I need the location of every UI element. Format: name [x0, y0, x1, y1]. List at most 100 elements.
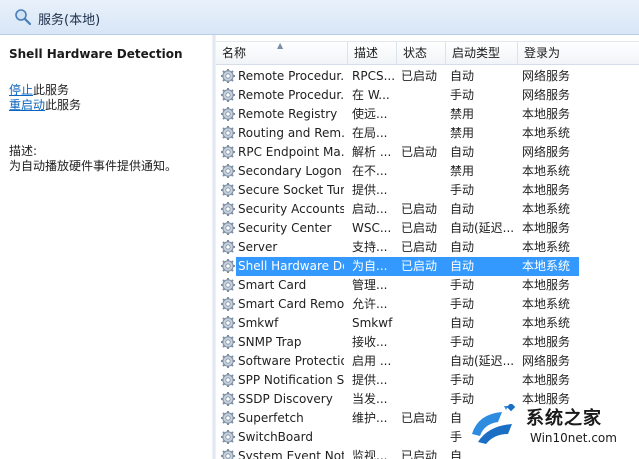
service-gear-icon	[220, 201, 236, 217]
cell-name: Secure Socket Tun...	[238, 183, 344, 197]
cell-status	[401, 295, 445, 314]
cell-startup-type: 禁用	[450, 164, 475, 178]
restart-link[interactable]: 重启动	[9, 98, 45, 112]
cell-description: 允许...	[352, 297, 388, 311]
cell-logon-as: 本地系统	[522, 202, 571, 216]
cell-status	[401, 428, 445, 447]
cell-startup-type: 手动	[450, 297, 475, 311]
cell-description: 启动...	[352, 202, 388, 216]
cell-status	[401, 276, 445, 295]
table-row[interactable]: Server 支持... 已启动 自动 本地系统	[216, 238, 639, 257]
cell-name: SPP Notification S...	[238, 373, 344, 387]
table-row[interactable]: Smart Card Remo... 允许... 手动 本地系统	[216, 295, 639, 314]
cell-status	[401, 162, 445, 181]
cell-logon-as: 网络服务	[522, 88, 571, 102]
cell-description: 接收...	[352, 335, 388, 349]
cell-name: System Event Noti...	[238, 449, 344, 459]
restart-service-action: 重启动此服务	[9, 96, 81, 113]
cell-status: 已启动	[401, 202, 438, 216]
table-row[interactable]: Security Accounts... 启动... 已启动自动 本地系统	[216, 200, 639, 219]
table-row[interactable]: SNMP Trap 接收... 手动 本地服务	[216, 333, 639, 352]
table-row[interactable]: Remote Procedur... RPCS... 已启动 自动 网络服务	[216, 67, 639, 86]
cell-startup-type: 手动	[450, 373, 475, 387]
restart-suffix: 此服务	[45, 98, 82, 112]
cell-startup-type: 自动	[450, 259, 475, 273]
cell-description: 使远...	[352, 107, 388, 121]
table-row[interactable]: Remote Procedur... 在 W... 手动 网络服务	[216, 86, 639, 105]
table-row[interactable]: Secure Socket Tun... 提供... 手动 本地服务	[216, 181, 639, 200]
cell-description: RPCS...	[352, 69, 396, 83]
watermark-title: 系统之家	[526, 408, 602, 429]
search-icon	[15, 9, 32, 26]
cell-name: RPC Endpoint Ma...	[238, 145, 344, 159]
cell-description: 支持...	[352, 240, 388, 254]
table-row[interactable]: Routing and Rem... 在局... 禁用 本地系统	[216, 124, 639, 143]
column-header-logon-as[interactable]: 登录为	[518, 42, 639, 64]
service-gear-icon	[220, 410, 236, 426]
cell-name: SSDP Discovery	[238, 392, 333, 406]
table-row[interactable]: RPC Endpoint Ma... 解析 ... 已启动 自动 网络服务	[216, 143, 639, 162]
cell-description: 提供...	[352, 183, 388, 197]
table-row[interactable]: Software Protection 启用 ... 自动(延迟... 网络服务	[216, 352, 639, 371]
cell-name: Superfetch	[238, 411, 304, 425]
cell-status: 已启动	[401, 221, 438, 235]
table-row[interactable]: Secondary Logon 在不... 禁用 本地系统	[216, 162, 639, 181]
cell-description: WSC...	[352, 221, 392, 235]
cell-startup-type: 手动	[450, 88, 475, 102]
cell-name: Smart Card	[238, 278, 307, 292]
cell-logon-as: 本地系统	[522, 164, 571, 178]
service-gear-icon	[220, 239, 236, 255]
cell-startup-type: 自动	[450, 202, 475, 216]
cell-name: Remote Registry	[238, 107, 338, 121]
service-gear-icon	[220, 372, 236, 388]
service-gear-icon	[220, 315, 236, 331]
description-text: 为自动播放硬件事件提供通知。	[9, 159, 178, 173]
cell-startup-type: 自动(延迟...	[450, 221, 515, 235]
cell-logon-as: 网络服务	[522, 145, 571, 159]
service-name-heading: Shell Hardware Detection	[9, 47, 183, 61]
table-row[interactable]: Remote Registry 使远... 禁用 本地服务	[216, 105, 639, 124]
service-gear-icon	[220, 353, 236, 369]
cell-description: 在局...	[352, 126, 388, 140]
stop-link[interactable]: 停止	[9, 83, 33, 97]
cell-startup-type: 自动	[450, 240, 475, 254]
table-row-selected[interactable]: Shell Hardware De... 为自... 已启动自动 本地系统	[216, 257, 639, 276]
service-gear-icon	[220, 429, 236, 445]
cell-startup-type: 禁用	[450, 126, 475, 140]
watermark-url: Win10net.com	[530, 431, 617, 445]
column-header-row: 名称 ▲ 描述 状态 启动类型 登录为	[216, 41, 639, 65]
cell-description: 为自...	[352, 259, 388, 273]
cell-status: 已启动	[401, 259, 438, 273]
table-row[interactable]: Smart Card 管理... 手动 本地服务	[216, 276, 639, 295]
table-row[interactable]: SPP Notification S... 提供... 手动 本地服务	[216, 371, 639, 390]
cell-name: Remote Procedur...	[238, 69, 344, 83]
service-gear-icon	[220, 106, 236, 122]
cell-description: 解析 ...	[352, 145, 392, 159]
cell-logon-as: 本地服务	[522, 183, 571, 197]
cell-name: SNMP Trap	[238, 335, 302, 349]
table-row[interactable]: Security Center WSC... 已启动 自动(延迟... 本地服务	[216, 219, 639, 238]
cell-logon-as: 本地系统	[522, 259, 571, 273]
cell-status: 已启动	[401, 69, 438, 83]
sort-ascending-icon: ▲	[277, 41, 284, 50]
cell-status	[401, 86, 445, 105]
service-gear-icon	[220, 220, 236, 236]
cell-description: 监视...	[352, 449, 388, 459]
cell-name: Security Center	[238, 221, 332, 235]
column-header-startup-type[interactable]: 启动类型	[446, 42, 518, 64]
service-gear-icon	[220, 125, 236, 141]
cell-description: 启用 ...	[352, 354, 392, 368]
cell-description: 在 W...	[352, 88, 390, 102]
column-header-status[interactable]: 状态	[397, 42, 446, 64]
cell-name: SwitchBoard	[238, 430, 313, 444]
title-bar: 服务(本地)	[0, 0, 639, 35]
cell-name: Software Protection	[238, 354, 344, 368]
cell-status: 已启动	[401, 240, 438, 254]
stop-suffix: 此服务	[33, 83, 70, 97]
service-gear-icon	[220, 296, 236, 312]
cell-startup-type: 禁用	[450, 107, 475, 121]
cell-description: 管理...	[352, 278, 388, 292]
table-row[interactable]: Smkwf Smkwf 自动 本地系统	[216, 314, 639, 333]
cell-status	[401, 352, 445, 371]
column-header-description[interactable]: 描述	[348, 42, 397, 64]
